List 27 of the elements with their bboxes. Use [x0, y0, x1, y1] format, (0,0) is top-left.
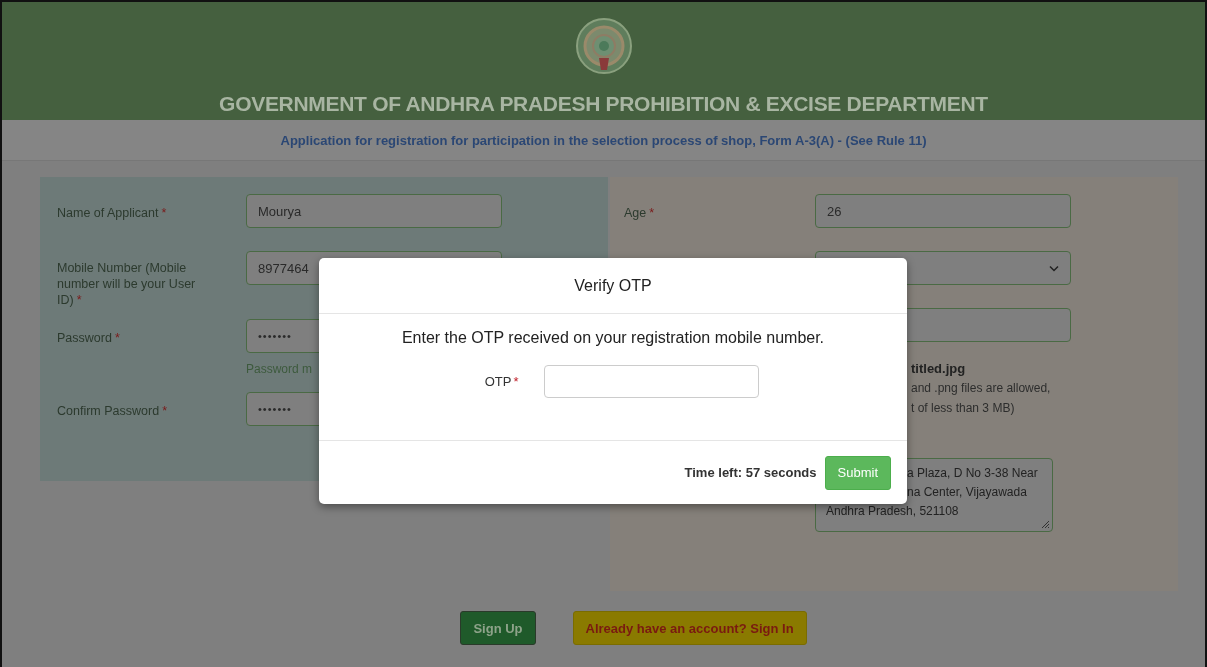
address-line: na Center, Vijayawada [907, 484, 1027, 501]
otp-input[interactable] [543, 365, 759, 398]
input-field[interactable]: Mourya [246, 194, 502, 228]
address-line: a Plaza, D No 3-38 Near [907, 465, 1038, 482]
resize-grip-icon [1040, 519, 1050, 529]
form-subtitle: Application for registration for participation in the selection process of shop, Form A-3(A) - (See Rule 11) [280, 132, 927, 148]
field-label: Password * [57, 330, 120, 346]
dialog-title: Verify OTP [574, 276, 652, 295]
otp-label: OTP [484, 374, 512, 389]
hint-text: and .png files are allowed, [911, 380, 1051, 396]
address-line: Andhra Pradesh, 521108 [826, 503, 959, 520]
countdown-text: Time left: 57 seconds [684, 465, 817, 480]
otp-instruction: Enter the OTP received on your registration mobile number. [401, 329, 825, 347]
hint-text: t of less than 3 MB) [911, 400, 1016, 416]
field-label: Mobile Number (Mobile number will be your User ID) * [57, 260, 197, 308]
field-label: Age * [624, 205, 655, 221]
sign-up-button[interactable]: Sign Up [460, 611, 536, 645]
hint-text: Password m [246, 362, 314, 376]
file-name: titled.jpg [911, 361, 967, 376]
required-asterisk: * [513, 374, 519, 389]
field-label: Name of Applicant * [57, 205, 167, 221]
field-label: Confirm Password * [57, 403, 167, 419]
submit-button[interactable]: Submit [824, 455, 891, 490]
chevron-down-icon [1049, 264, 1059, 272]
sign-in-link-button[interactable]: Already have an account? Sign In [572, 611, 807, 645]
input-field[interactable]: 26 [815, 194, 1071, 228]
department-title: GOVERNMENT OF ANDHRA PRADESH PROHIBITION & EXCISE DEPARTMENT [219, 92, 988, 116]
